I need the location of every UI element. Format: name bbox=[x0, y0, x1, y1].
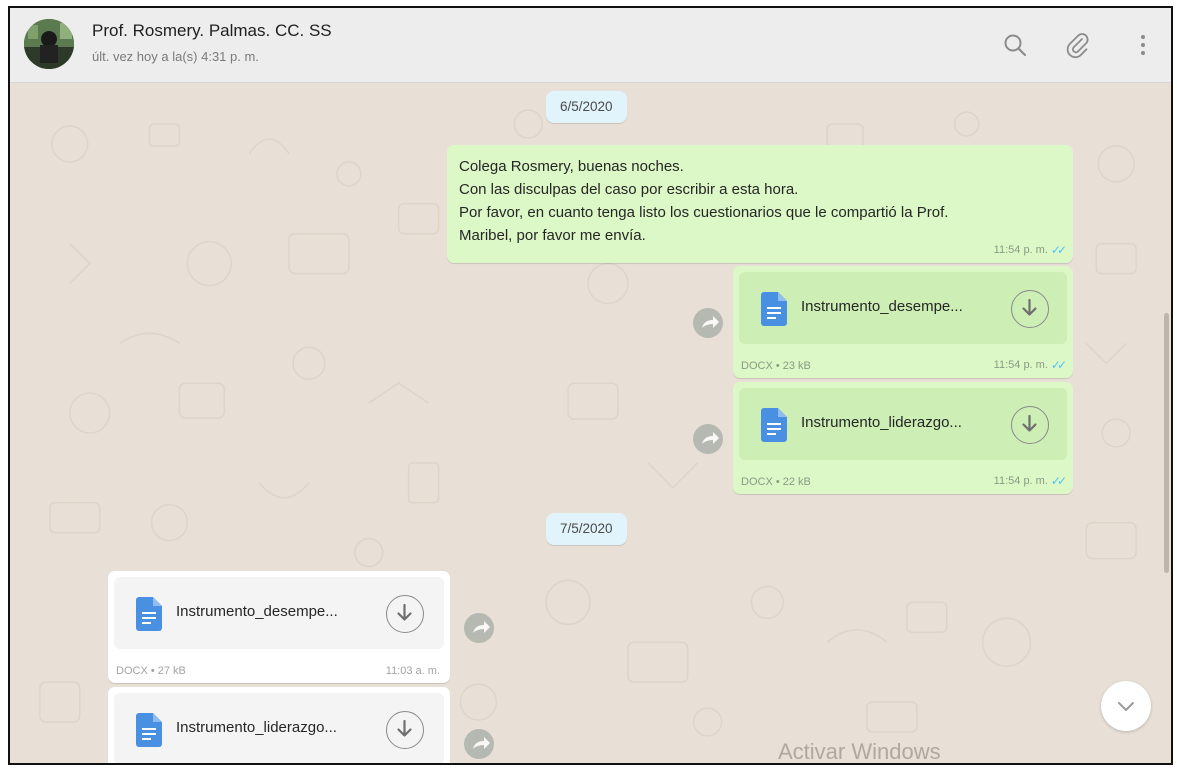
avatar[interactable] bbox=[24, 19, 74, 69]
document-card[interactable]: Instrumento_liderazgo... bbox=[114, 693, 444, 763]
download-button[interactable] bbox=[386, 595, 424, 633]
document-name: Instrumento_desempe... bbox=[176, 603, 338, 620]
document-meta: DOCX • 27 kB bbox=[116, 665, 186, 677]
forward-icon[interactable] bbox=[464, 613, 494, 643]
download-button[interactable] bbox=[386, 711, 424, 749]
download-button[interactable] bbox=[1011, 406, 1049, 444]
attach-icon[interactable] bbox=[1062, 30, 1092, 60]
document-meta: DOCX • 23 kB bbox=[741, 360, 811, 372]
forward-icon[interactable] bbox=[693, 308, 723, 338]
windows-activation-watermark: Activar Windows bbox=[778, 739, 941, 764]
document-icon bbox=[761, 292, 787, 326]
document-name: Instrumento_liderazgo... bbox=[801, 414, 962, 431]
message-time: 11:03 a. m. bbox=[385, 665, 440, 677]
chevron-down-icon bbox=[1118, 702, 1134, 711]
message-meta: 11:54 p. m. ✓✓ bbox=[993, 243, 1067, 257]
message-time: 11:54 p. m. bbox=[993, 475, 1048, 487]
read-ticks-icon: ✓✓ bbox=[1050, 474, 1067, 488]
message-text-line: Maribel, por favor me envía. bbox=[459, 227, 646, 244]
message-time: 11:54 p. m. bbox=[993, 244, 1048, 256]
download-icon bbox=[1022, 414, 1037, 432]
download-button[interactable] bbox=[1011, 290, 1049, 328]
document-message-incoming[interactable]: Instrumento_liderazgo... bbox=[108, 687, 450, 763]
search-icon[interactable] bbox=[1000, 30, 1030, 60]
document-name: Instrumento_desempe... bbox=[801, 298, 963, 315]
document-message-incoming[interactable]: Instrumento_desempe... DOCX • 27 kB 11:0… bbox=[108, 571, 450, 683]
read-ticks-icon: ✓✓ bbox=[1050, 358, 1067, 372]
whatsapp-window: Prof. Rosmery. Palmas. CC. SS últ. vez h… bbox=[8, 6, 1173, 765]
forward-icon[interactable] bbox=[693, 424, 723, 454]
last-seen-status: últ. vez hoy a la(s) 4:31 p. m. bbox=[92, 49, 259, 64]
chat-header: Prof. Rosmery. Palmas. CC. SS últ. vez h… bbox=[10, 8, 1171, 83]
message-meta: 11:03 a. m. bbox=[386, 665, 440, 677]
download-icon bbox=[1022, 298, 1037, 316]
date-separator: 7/5/2020 bbox=[546, 513, 627, 545]
contact-name[interactable]: Prof. Rosmery. Palmas. CC. SS bbox=[92, 21, 332, 41]
document-icon bbox=[136, 597, 162, 631]
message-text-line: Por favor, en cuanto tenga listo los cue… bbox=[459, 204, 949, 221]
document-icon bbox=[761, 408, 787, 442]
message-meta: 11:54 p. m. ✓✓ bbox=[993, 474, 1067, 488]
document-meta: DOCX • 22 kB bbox=[741, 476, 811, 488]
forward-icon[interactable] bbox=[464, 729, 494, 759]
message-meta: 11:54 p. m. ✓✓ bbox=[993, 358, 1067, 372]
message-text-line: Colega Rosmery, buenas noches. bbox=[459, 158, 684, 175]
scroll-to-bottom-button[interactable] bbox=[1101, 681, 1151, 731]
document-icon bbox=[136, 713, 162, 747]
document-card[interactable]: Instrumento_liderazgo... bbox=[739, 388, 1067, 460]
document-card[interactable]: Instrumento_desempe... bbox=[114, 577, 444, 649]
download-icon bbox=[397, 719, 412, 737]
message-bubble-outgoing[interactable]: Colega Rosmery, buenas noches. Con las d… bbox=[447, 145, 1073, 263]
document-card[interactable]: Instrumento_desempe... bbox=[739, 272, 1067, 344]
read-ticks-icon: ✓✓ bbox=[1050, 243, 1067, 257]
chat-area[interactable]: 6/5/2020 Colega Rosmery, buenas noches. … bbox=[10, 83, 1171, 764]
menu-icon[interactable] bbox=[1128, 30, 1158, 60]
message-time: 11:54 p. m. bbox=[993, 359, 1048, 371]
date-separator: 6/5/2020 bbox=[546, 91, 627, 123]
document-name: Instrumento_liderazgo... bbox=[176, 719, 337, 736]
message-text-line: Con las disculpas del caso por escribir … bbox=[459, 181, 799, 198]
document-message-outgoing[interactable]: Instrumento_liderazgo... DOCX • 22 kB 11… bbox=[733, 382, 1073, 494]
document-message-outgoing[interactable]: Instrumento_desempe... DOCX • 23 kB 11:5… bbox=[733, 266, 1073, 378]
chat-scrollbar[interactable] bbox=[1164, 313, 1169, 573]
download-icon bbox=[397, 603, 412, 621]
